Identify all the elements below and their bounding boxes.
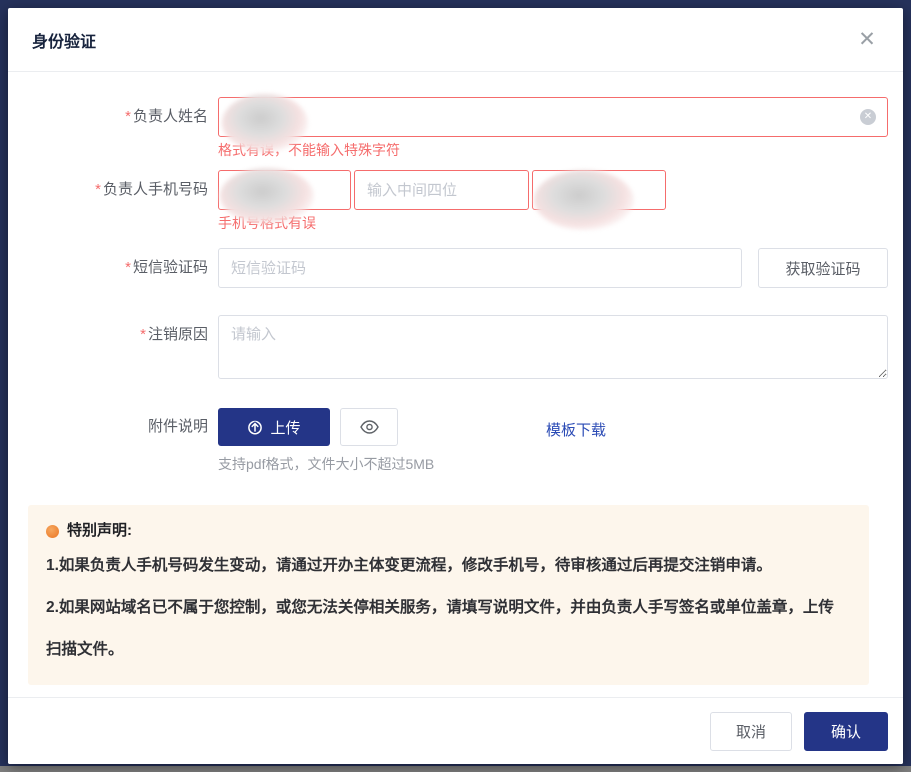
attachment-hint-text: 支持pdf格式，文件大小不超过5MB	[218, 455, 888, 473]
page-backdrop-bottom	[0, 766, 911, 772]
warning-dot-icon	[46, 525, 59, 538]
dialog-footer: 取消 确认	[8, 697, 903, 764]
notice-line-2: 2.如果网站域名已不属于您控制，或您无法关停相关服务，请填写说明文件，并由负责人…	[46, 587, 849, 671]
phone-input-group	[218, 170, 888, 210]
reason-textarea[interactable]	[218, 315, 888, 379]
special-notice-box: 特别声明: 1.如果负责人手机号码发生变动，请通过开办主体变更流程，修改手机号，…	[28, 505, 869, 685]
preview-button[interactable]	[340, 408, 398, 446]
required-mark: *	[125, 108, 131, 125]
close-icon[interactable]: ✕	[855, 28, 879, 52]
sms-row: *短信验证码 获取验证码	[8, 248, 888, 288]
notice-line-1: 1.如果负责人手机号码发生变动，请通过开办主体变更流程，修改手机号，待审核通过后…	[46, 545, 849, 587]
get-code-button[interactable]: 获取验证码	[758, 248, 888, 288]
name-error-text: 格式有误，不能输入特殊字符	[218, 140, 888, 160]
reason-label: *注销原因	[8, 315, 218, 355]
required-mark: *	[140, 326, 146, 343]
required-mark: *	[125, 259, 131, 276]
confirm-button[interactable]: 确认	[804, 712, 888, 751]
name-row: *负责人姓名 ✕ 格式有误，不能输入特殊字符	[8, 97, 888, 160]
phone-suffix-input[interactable]	[532, 170, 666, 210]
clear-input-icon[interactable]: ✕	[860, 109, 876, 125]
cancel-button[interactable]: 取消	[710, 712, 792, 751]
phone-row: *负责人手机号码 手机号格式有误	[8, 170, 888, 233]
upload-button[interactable]: 上传	[218, 408, 330, 446]
upload-icon	[247, 419, 263, 435]
attachment-label: 附件说明	[8, 408, 218, 446]
dialog-header: 身份验证 ✕	[8, 8, 903, 72]
phone-error-text: 手机号格式有误	[218, 213, 888, 233]
dialog-title: 身份验证	[32, 28, 96, 52]
identity-verification-dialog: 身份验证 ✕ *负责人姓名 ✕ 格式有误，不能输入特殊字符 *负责人手机号码	[8, 8, 903, 764]
phone-middle-input[interactable]	[354, 170, 529, 210]
phone-label: *负责人手机号码	[8, 170, 218, 210]
sms-code-input[interactable]	[218, 248, 742, 288]
notice-header: 特别声明:	[46, 517, 849, 545]
upload-button-label: 上传	[270, 417, 300, 438]
attachment-row: 附件说明 上传	[8, 408, 888, 473]
eye-icon	[360, 420, 379, 434]
notice-title: 特别声明:	[67, 517, 132, 545]
phone-prefix-input[interactable]	[218, 170, 351, 210]
required-mark: *	[95, 181, 101, 198]
dialog-body: *负责人姓名 ✕ 格式有误，不能输入特殊字符 *负责人手机号码	[8, 72, 903, 685]
template-download-link[interactable]: 模板下载	[546, 412, 606, 450]
reason-row: *注销原因	[8, 315, 888, 384]
sms-label: *短信验证码	[8, 248, 218, 288]
name-input[interactable]	[218, 97, 888, 137]
name-label: *负责人姓名	[8, 97, 218, 137]
